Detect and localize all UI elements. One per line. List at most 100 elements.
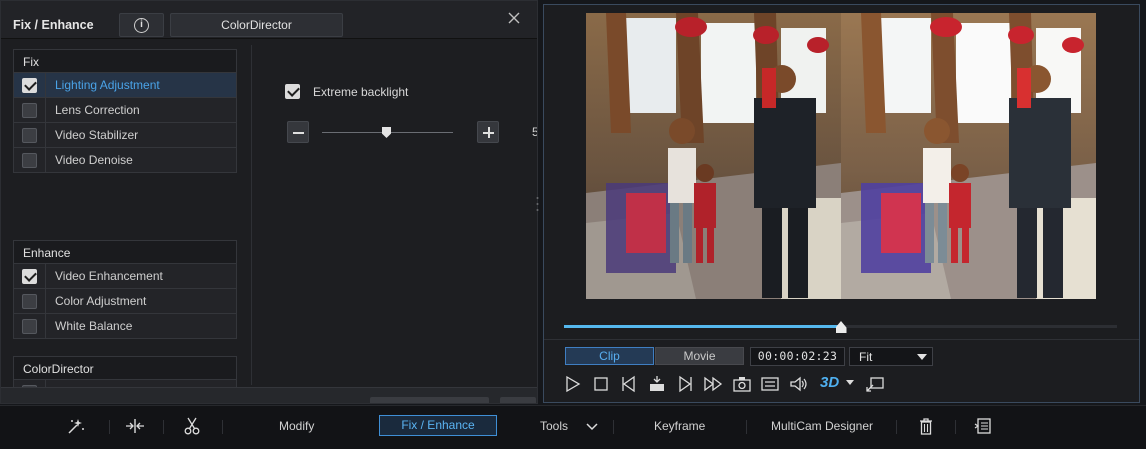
volume-icon: [790, 376, 807, 392]
toolbar-separator: [109, 420, 110, 434]
fix-item-label: Video Denoise: [55, 153, 133, 167]
extreme-backlight-checkbox[interactable]: [285, 84, 300, 99]
fix-enhance-panel: Fix / Enhance i ColorDirector Fix Lighti…: [0, 0, 538, 404]
decrease-button[interactable]: [287, 121, 309, 143]
split-preview-image: [586, 13, 1096, 299]
enhance-group: Enhance Video Enhancement Color Adjustme…: [13, 240, 237, 339]
increase-button[interactable]: [477, 121, 499, 143]
info-button[interactable]: i: [119, 13, 164, 37]
trash-icon: [920, 418, 932, 435]
scissors-icon: [184, 417, 200, 435]
fix-heading: Fix: [13, 49, 237, 73]
snapshot-button[interactable]: [732, 374, 752, 394]
undock-icon: [866, 377, 884, 392]
lens-correction-checkbox[interactable]: [22, 103, 37, 118]
fix-item-label: Lighting Adjustment: [55, 78, 160, 92]
chevron-down-icon: [917, 354, 927, 360]
zoom-fit-dropdown[interactable]: Fit: [849, 347, 933, 366]
enhance-item-label: Video Enhancement: [55, 269, 163, 283]
previous-frame-icon: [622, 375, 635, 393]
movie-mode-tab[interactable]: Movie: [655, 347, 744, 365]
timeline-scrubber-progress: [564, 325, 841, 328]
apply-button-partial[interactable]: [500, 397, 536, 403]
next-frame-icon: [679, 375, 692, 393]
split-button[interactable]: [647, 374, 667, 394]
stop-icon: [594, 377, 608, 391]
color-adjustment-checkbox[interactable]: [22, 294, 37, 309]
toolbar-separator: [163, 420, 164, 434]
fix-item-lighting-adjustment[interactable]: Lighting Adjustment: [13, 73, 237, 98]
list-options-icon: [974, 418, 991, 434]
volume-button[interactable]: [788, 374, 808, 394]
enhance-item-label: White Balance: [55, 319, 133, 333]
info-icon: i: [134, 17, 149, 33]
fast-forward-button[interactable]: [703, 374, 723, 394]
magic-tools-button[interactable]: [65, 416, 87, 436]
split-icon: [650, 376, 664, 391]
fit-label: Fit: [859, 350, 873, 364]
stop-button[interactable]: [591, 374, 611, 394]
modify-button[interactable]: Modify: [279, 416, 314, 436]
bottom-toolbar: Modify Fix / Enhance Tools Keyframe Mult…: [0, 405, 1146, 449]
video-denoise-checkbox[interactable]: [22, 153, 37, 168]
subtitles-icon: [761, 377, 779, 391]
panel-divider: [251, 45, 252, 385]
fix-item-video-stabilizer[interactable]: Video Stabilizer: [13, 123, 237, 148]
play-icon: [566, 375, 581, 393]
colordirector-button[interactable]: ColorDirector: [170, 13, 343, 37]
keyframe-button[interactable]: Keyframe: [654, 416, 705, 436]
extreme-backlight-label: Extreme backlight: [313, 85, 409, 99]
fast-forward-icon: [704, 376, 723, 392]
fix-item-label: Lens Correction: [55, 103, 140, 117]
trim-icon: [126, 419, 144, 433]
play-button[interactable]: [563, 374, 583, 394]
slider-value: 5: [532, 125, 537, 139]
caret-down-icon: [846, 380, 854, 385]
camera-icon: [733, 377, 751, 392]
chevron-down-icon: [586, 423, 598, 431]
fix-item-video-denoise[interactable]: Video Denoise: [13, 148, 237, 173]
multicam-designer-button[interactable]: MultiCam Designer: [771, 416, 873, 436]
fix-group: Fix Lighting Adjustment Lens Correction …: [13, 49, 237, 173]
enhance-heading: Enhance: [13, 240, 237, 264]
trim-button[interactable]: [124, 416, 146, 436]
tools-button[interactable]: Tools: [540, 416, 568, 436]
tools-dropdown-button[interactable]: [585, 418, 599, 438]
panel-resize-handle[interactable]: [536, 195, 539, 213]
controls-divider: [544, 339, 1139, 340]
video-stabilizer-checkbox[interactable]: [22, 128, 37, 143]
previous-frame-button[interactable]: [619, 374, 639, 394]
3d-dropdown-button[interactable]: [845, 376, 855, 396]
video-enhancement-checkbox[interactable]: [22, 269, 37, 284]
magic-wand-icon: [68, 419, 84, 434]
toolbar-separator: [746, 420, 747, 434]
fix-item-lens-correction[interactable]: Lens Correction: [13, 98, 237, 123]
toolbar-separator: [222, 420, 223, 434]
clip-mode-tab[interactable]: Clip: [565, 347, 654, 365]
timecode-display[interactable]: 00:00:02:23: [750, 347, 845, 366]
enhance-item-label: Color Adjustment: [55, 294, 147, 308]
delete-button[interactable]: [915, 416, 937, 436]
more-options-button[interactable]: [972, 416, 994, 436]
video-preview: [586, 13, 1096, 299]
lighting-adjustment-checkbox[interactable]: [22, 78, 37, 93]
fix-item-label: Video Stabilizer: [55, 128, 139, 142]
panel-title: Fix / Enhance: [13, 18, 94, 32]
toolbar-separator: [955, 420, 956, 434]
enhance-item-white-balance[interactable]: White Balance: [13, 314, 237, 339]
enhance-item-video-enhancement[interactable]: Video Enhancement: [13, 264, 237, 289]
enhance-item-color-adjustment[interactable]: Color Adjustment: [13, 289, 237, 314]
toolbar-separator: [896, 420, 897, 434]
keyframe-button-partial[interactable]: [370, 397, 489, 403]
backlight-slider-thumb[interactable]: [382, 127, 391, 138]
3d-mode-button[interactable]: 3D: [820, 374, 839, 391]
split-clip-button[interactable]: [181, 416, 203, 436]
undock-preview-button[interactable]: [865, 374, 885, 394]
next-frame-button[interactable]: [675, 374, 695, 394]
subtitles-button[interactable]: [760, 374, 780, 394]
fix-enhance-button[interactable]: Fix / Enhance: [379, 415, 497, 436]
colordirector-heading: ColorDirector: [13, 356, 237, 380]
toolbar-separator: [613, 420, 614, 434]
white-balance-checkbox[interactable]: [22, 319, 37, 334]
close-icon[interactable]: [507, 11, 521, 25]
